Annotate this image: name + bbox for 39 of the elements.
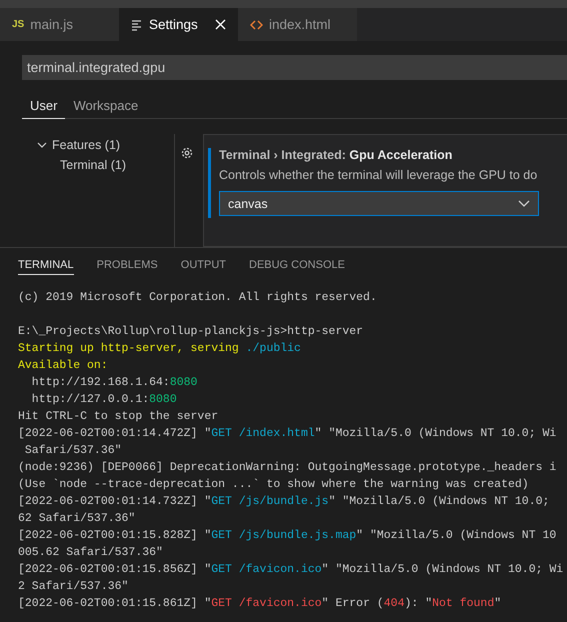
terminal-line: (Use `node --trace-deprecation ...` to show where the warning was created): [18, 477, 530, 493]
panel-tab[interactable]: PROBLEMS: [96, 259, 158, 275]
terminal-line: [2022-06-02T00:01:15.861Z] "GET /favicon.ico" Error (404): "Not found": [18, 596, 502, 612]
setting-dropdown[interactable]: canvas: [219, 191, 539, 216]
terminal-line: 005.62 Safari/537.36": [18, 545, 164, 561]
terminal-line: 62 Safari/537.36": [18, 511, 136, 527]
terminal-line: 2 Safari/537.36": [18, 579, 130, 595]
terminal-line: [2022-06-02T00:01:15.856Z] "GET /favicon.ico" "Mozilla/5.0 (Windows NT 10.0; Wi: [18, 562, 564, 578]
editor-tab[interactable]: index.html: [238, 8, 357, 41]
toc-item[interactable]: Features (1): [36, 138, 174, 152]
setting-title: Terminal › Integrated: Gpu Acceleration: [219, 148, 454, 162]
scope-tab[interactable]: Workspace: [65, 94, 146, 119]
terminal-line: http://192.168.1.64:8080: [30, 375, 198, 391]
scope-tab[interactable]: User: [22, 94, 66, 119]
terminal-line: Safari/537.36": [24, 443, 123, 459]
search-field[interactable]: terminal.integrated.gpu: [22, 55, 567, 80]
panel-tab[interactable]: TERMINAL: [18, 259, 74, 275]
terminal-line: http://127.0.0.1:8080: [30, 392, 178, 408]
editor-tab[interactable]: Settings: [119, 8, 238, 41]
terminal-line: Starting up http-server, serving ./public: [18, 341, 302, 357]
code-icon: [250, 18, 263, 30]
terminal-line: E:\_Projects\Rollup\rollup-planckjs-js>http-server: [18, 324, 364, 340]
setting-description: Controls whether the terminal will leverage the GPU to do: [219, 168, 538, 182]
terminal-line: [2022-06-02T00:01:14.732Z] "GET /js/bundle.js" "Mozilla/5.0 (Windows NT 10.0;: [18, 494, 550, 510]
terminal-line: [2022-06-02T00:01:15.828Z] "GET /js/bundle.js.map" "Mozilla/5.0 (Windows NT 10: [18, 528, 558, 544]
terminal-line: (c) 2019 Microsoft Corporation. All rights reserved.: [18, 290, 378, 306]
list-icon: [131, 18, 143, 30]
chevron-icon: [518, 200, 530, 208]
file-type-label: JS: [12, 19, 24, 30]
toc-item[interactable]: Terminal (1): [36, 158, 174, 172]
panel-tab[interactable]: DEBUG CONSOLE: [249, 259, 345, 275]
editor-tab[interactable]: JS main.js: [0, 8, 119, 41]
gear-icon[interactable]: [180, 146, 194, 160]
terminal-line: Hit CTRL-C to stop the server: [18, 409, 220, 425]
terminal-line: [2022-06-02T00:01:14.472Z] "GET /index.html" "Mozilla/5.0 (Windows NT 10.0; Wi: [18, 426, 558, 442]
close-icon[interactable]: [215, 19, 226, 30]
terminal-line: (node:9236) [DEP0066] DeprecationWarning: OutgoingMessage.prototype._headers i: [18, 460, 558, 476]
panel-tab[interactable]: OUTPUT: [180, 259, 226, 275]
terminal-line: Available on:: [18, 358, 109, 374]
